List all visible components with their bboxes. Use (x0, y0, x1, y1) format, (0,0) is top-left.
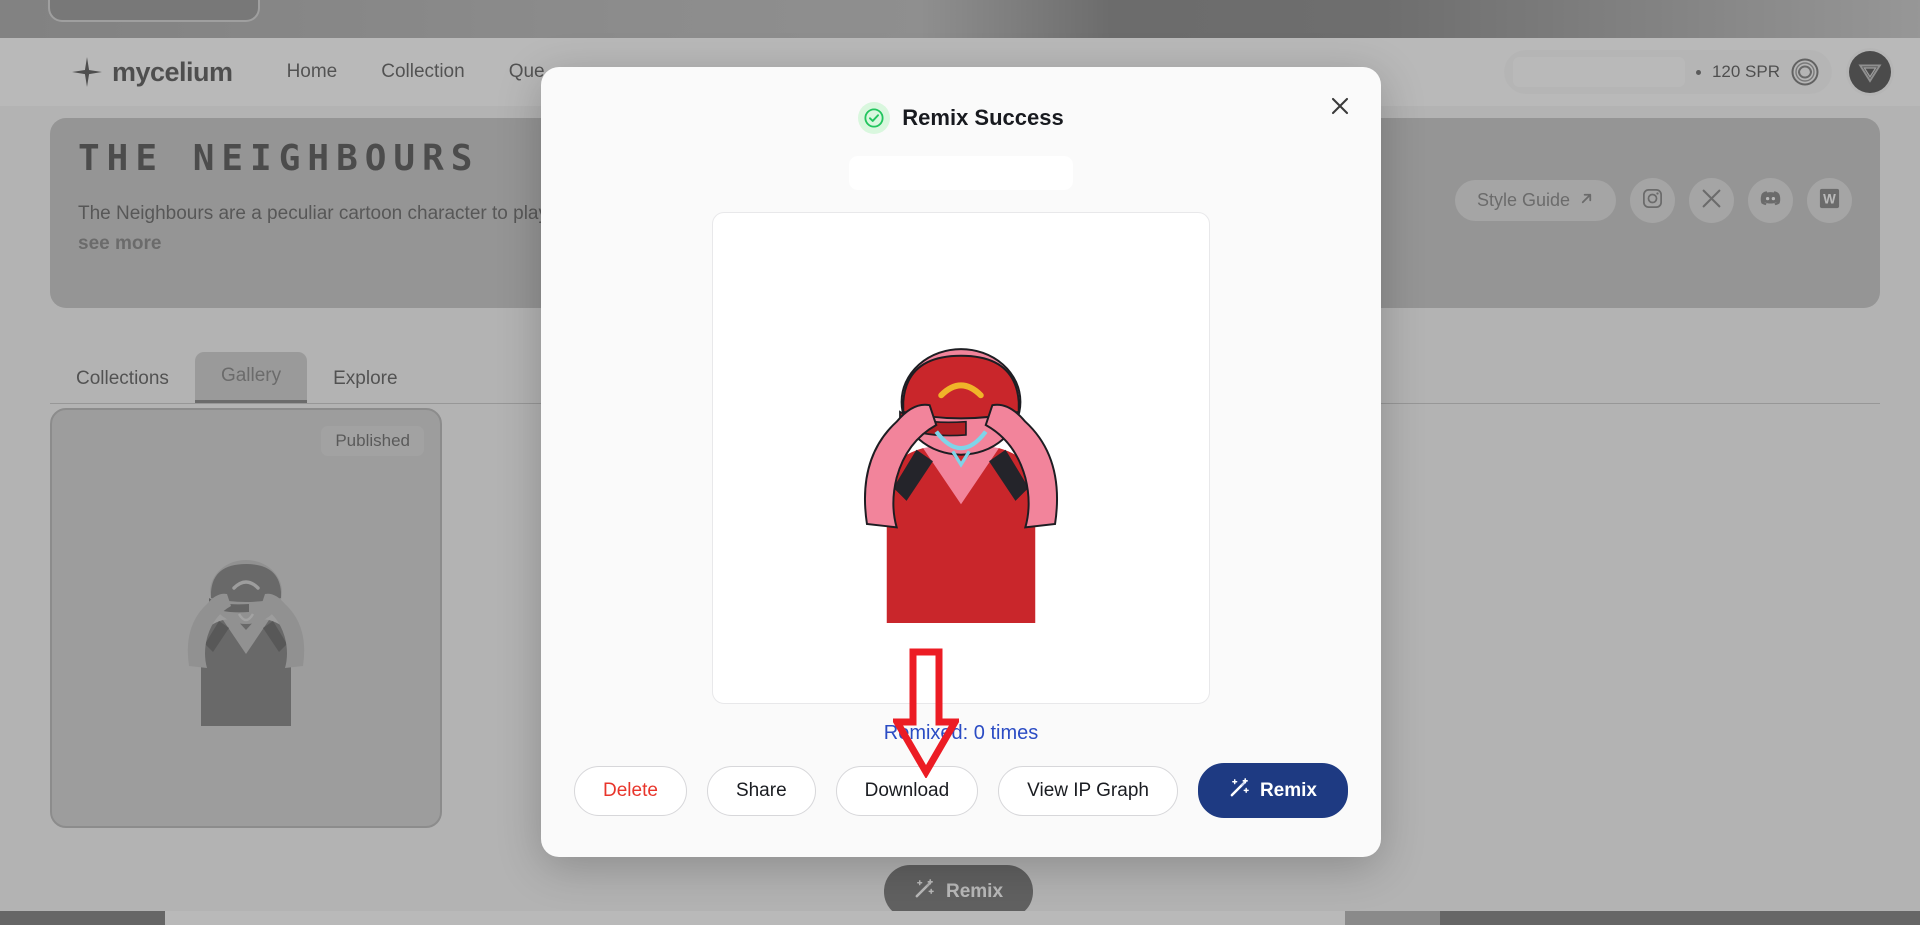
asset-name-redacted (849, 156, 1073, 190)
remix-button-label: Remix (1259, 779, 1317, 801)
download-button[interactable]: Download (835, 765, 979, 816)
remix-success-modal: Remix Success Remixed: 0 times Delete Sh… (541, 67, 1381, 857)
view-ip-graph-button[interactable]: View IP Graph (998, 765, 1178, 816)
delete-button[interactable]: Delete (574, 765, 687, 816)
modal-overlay: Remix Success Remixed: 0 times Delete Sh… (0, 0, 1920, 925)
remix-button[interactable]: Remix (1197, 763, 1348, 818)
modal-header: Remix Success (541, 67, 1381, 134)
magic-wand-icon (1229, 777, 1250, 804)
check-circle-icon (858, 102, 891, 134)
close-icon[interactable] (1321, 87, 1359, 125)
share-button[interactable]: Share (706, 765, 816, 816)
remix-artwork-preview (712, 212, 1210, 704)
modal-action-buttons: Delete Share Download View IP Graph Remi… (541, 763, 1381, 818)
remix-count-label: Remixed: 0 times (883, 722, 1039, 744)
modal-title: Remix Success (902, 105, 1064, 130)
